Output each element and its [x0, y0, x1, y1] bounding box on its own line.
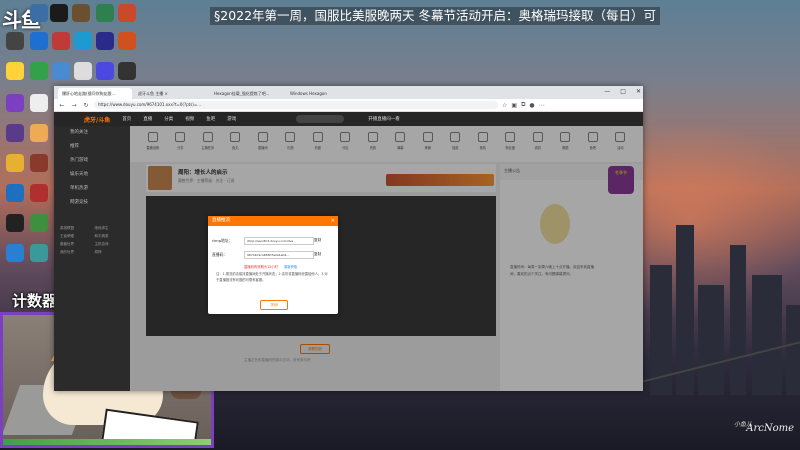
nav-item[interactable]: 首页: [122, 116, 131, 122]
category-link[interactable]: 王者荣耀: [60, 234, 92, 239]
desktop-icon[interactable]: [30, 154, 48, 172]
copy-key-button[interactable]: 复制: [314, 252, 321, 257]
desktop-icon[interactable]: [96, 4, 114, 22]
desktop-icon[interactable]: [30, 214, 48, 232]
key-warning: 直播码有效期为12小时: [244, 265, 278, 269]
desktop-icon[interactable]: [74, 62, 92, 80]
desktop-icon[interactable]: [118, 32, 136, 50]
stream-key-dialog: 直播推流 ✕ rtmp地址： rtmp://sendtc3.douyu.com/…: [208, 216, 338, 314]
site-search-input[interactable]: [296, 115, 345, 123]
header-right[interactable]: 开播直播间一看: [368, 116, 400, 122]
profile-icon[interactable]: ●: [529, 102, 534, 109]
sidebar-item[interactable]: 我的关注: [54, 126, 130, 140]
site-sidebar: 我的关注 推荐 热门游戏 娱乐天地 单机热游 网游竞技 英雄联盟 绝地求生 王者…: [54, 126, 130, 391]
desktop-icon[interactable]: [96, 32, 114, 50]
browser-tab[interactable]: 虎牙斗鱼 主播 ×: [134, 88, 208, 99]
stream-key-label: 直播码：: [212, 252, 228, 257]
desktop-icon[interactable]: [6, 124, 24, 142]
desktop-icon[interactable]: [52, 62, 70, 80]
menu-icon[interactable]: ⋯: [539, 102, 545, 109]
maximize-icon[interactable]: □: [620, 88, 626, 95]
window-controls: — □ ✕: [604, 88, 641, 95]
desktop-icon[interactable]: [74, 32, 92, 50]
stream-ticker: §2022年第一周，国服比美服晚两天 冬幕节活动开启：奥格瑞玛接取（每日）可: [210, 7, 661, 25]
desktop-icon[interactable]: [6, 32, 24, 50]
desktop-icon[interactable]: [118, 4, 136, 22]
minimize-icon[interactable]: —: [604, 88, 610, 95]
desktop-icon[interactable]: [30, 62, 48, 80]
rtmp-field[interactable]: rtmp://sendtc3.douyu.com/live: [244, 237, 314, 245]
sidebar-item[interactable]: 推荐: [54, 140, 130, 154]
desktop-icon[interactable]: [52, 32, 70, 50]
nav-item[interactable]: 游戏: [227, 116, 236, 122]
category-link[interactable]: 我的世界: [60, 250, 92, 255]
category-link[interactable]: 魔兽世界: [60, 242, 92, 247]
nav-item[interactable]: 视频: [185, 116, 194, 122]
desktop-icon[interactable]: [30, 4, 48, 22]
stream-key-field[interactable]: 9674101rA4E6fcfa2a1eb4...: [244, 251, 314, 259]
close-icon[interactable]: ✕: [331, 216, 335, 226]
sidebar-item[interactable]: 网游竞技: [54, 196, 130, 210]
desktop-icon[interactable]: [30, 124, 48, 142]
dialog-title: 直播推流 ✕: [208, 216, 338, 226]
extensions-icon[interactable]: ⧉: [521, 101, 525, 109]
desktop-icon[interactable]: [50, 4, 68, 22]
close-icon[interactable]: ✕: [636, 88, 641, 95]
cam-greenbar: [3, 439, 211, 445]
browser-tab[interactable]: 爆肝心地走路(搜问你狗友跟...: [58, 88, 132, 99]
desktop-icon[interactable]: [30, 244, 48, 262]
sidebar-item[interactable]: 娱乐天地: [54, 168, 130, 182]
category-link[interactable]: 英雄联盟: [60, 226, 92, 231]
regenerate-link[interactable]: 重新获取: [284, 264, 297, 269]
browser-tab[interactable]: Hexagon挂载_强化提炼了吧...: [210, 88, 284, 99]
nav-item[interactable]: 直播: [143, 116, 152, 122]
site-logo[interactable]: 虎牙/斗鱼: [84, 115, 110, 124]
desktop-icon[interactable]: [96, 62, 114, 80]
desktop-icon[interactable]: [6, 62, 24, 80]
web-page: 虎牙/斗鱼 首页 直播 分类 视频 鱼吧 游戏 开播直播间一看 我的关注 推荐 …: [54, 112, 643, 391]
desktop-icon[interactable]: [6, 214, 24, 232]
desktop-icon[interactable]: [30, 32, 48, 50]
brand-signature: ArcNome: [746, 423, 794, 434]
close-button[interactable]: 关闭: [260, 300, 288, 310]
category-link[interactable]: 主机游戏: [95, 242, 127, 247]
collections-icon[interactable]: ▣: [511, 102, 517, 109]
url-input[interactable]: https://www.douyu.com/9674101.xxx?t=0(?p…: [94, 101, 498, 109]
back-icon[interactable]: ←: [58, 102, 66, 109]
tab-bar: 爆肝心地走路(搜问你狗友跟... 虎牙斗鱼 主播 × Hexagon挂载_强化提…: [54, 86, 643, 99]
category-link[interactable]: 和平精英: [95, 234, 127, 239]
forward-icon[interactable]: →: [70, 102, 78, 109]
favorite-icon[interactable]: ☆: [502, 102, 507, 109]
sidebar-category-grid: 英雄联盟 绝地求生 王者荣耀 和平精英 魔兽世界 主机游戏 我的世界 原神: [60, 226, 126, 255]
desktop-icon[interactable]: [30, 184, 48, 202]
browser-window: 爆肝心地走路(搜问你狗友跟... 虎牙斗鱼 主播 × Hexagon挂载_强化提…: [54, 86, 643, 391]
sidebar-item[interactable]: 单机热游: [54, 182, 130, 196]
dialog-title-text: 直播推流: [212, 218, 230, 223]
desktop-icon[interactable]: [30, 94, 48, 112]
site-header: 虎牙/斗鱼 首页 直播 分类 视频 鱼吧 游戏 开播直播间一看: [54, 112, 643, 126]
desktop-icon[interactable]: [72, 4, 90, 22]
nav-item[interactable]: 鱼吧: [206, 116, 215, 122]
modal-overlay: [130, 126, 643, 391]
address-bar: ← → ↻ https://www.douyu.com/9674101.xxx?…: [54, 99, 643, 112]
city-skyline: [640, 195, 800, 395]
category-link[interactable]: 原神: [95, 250, 127, 255]
desktop-icon[interactable]: [6, 244, 24, 262]
browser-tab[interactable]: Windows Hexagon: [286, 88, 360, 99]
dialog-note: 注：1.推流前请保持直播间处于开播状态；2.请勿将直播码泄露给他人；3.对于直播…: [216, 272, 328, 282]
rtmp-label: rtmp地址：: [212, 238, 233, 243]
refresh-icon[interactable]: ↻: [82, 102, 90, 109]
desktop-icon[interactable]: [6, 94, 24, 112]
sidebar-item[interactable]: 热门游戏: [54, 154, 130, 168]
desktop-icon[interactable]: [6, 184, 24, 202]
copy-rtmp-button[interactable]: 复制: [314, 238, 321, 243]
nav-item[interactable]: 分类: [164, 116, 173, 122]
desktop-icon[interactable]: [6, 154, 24, 172]
category-link[interactable]: 绝地求生: [95, 226, 127, 231]
desktop-icon[interactable]: [118, 62, 136, 80]
